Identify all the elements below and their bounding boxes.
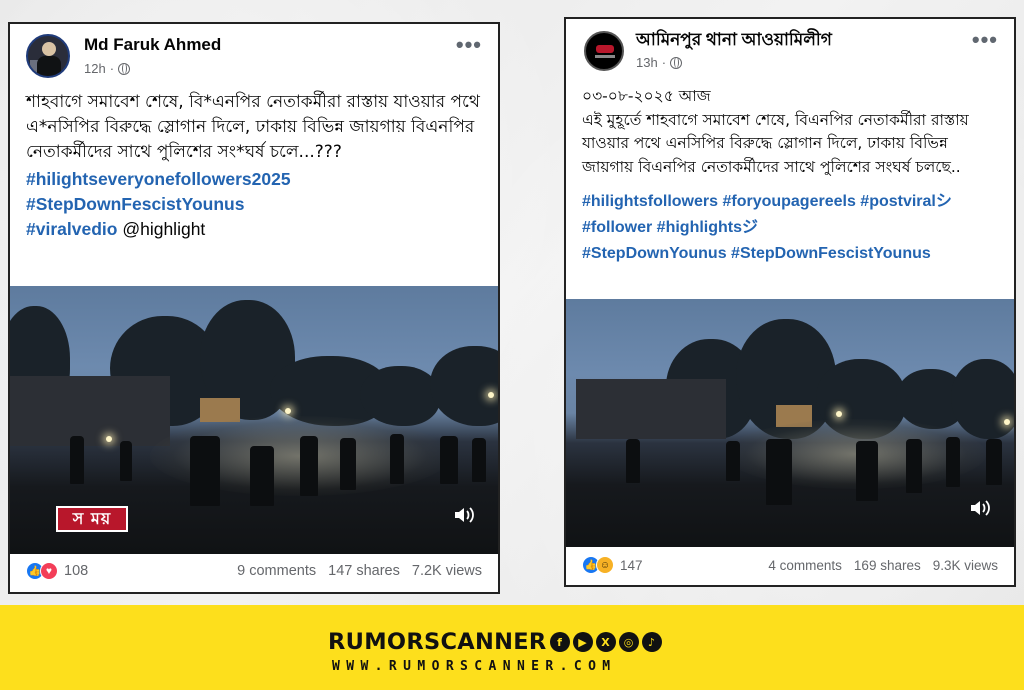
post-text: শাহবাগে সমাবেশ শেষে, বি*এনপির নেতাকর্মীর… [26, 92, 480, 162]
shares-count[interactable]: 169 shares [854, 558, 921, 573]
views-count: 9.3K views [932, 557, 998, 573]
reactions[interactable]: 👍 ♥ 108 [26, 562, 88, 580]
youtube-icon[interactable]: ▶ [572, 632, 593, 652]
post-meta: 12h · [84, 61, 131, 76]
speaker-icon[interactable] [454, 506, 476, 524]
post-footer: 👍 ☺ 147 4 comments 169 shares 9.3K views [566, 545, 1014, 585]
post-footer: 👍 ♥ 108 9 comments 147 shares 7.2K views [10, 550, 498, 592]
somoy-tv-logo: স ময় [56, 506, 128, 532]
love-icon: ♥ [40, 562, 58, 580]
avatar[interactable] [26, 34, 70, 78]
haha-icon: ☺ [596, 556, 614, 574]
hashtag-link[interactable]: #hilightseveryonefollowers2025 [26, 167, 482, 192]
hashtags: #hilightseveryonefollowers2025 #StepDown… [10, 167, 498, 242]
comments-count[interactable]: 4 comments [768, 558, 842, 573]
brand-name: RUMORSCANNER [328, 629, 547, 655]
hashtag-link[interactable]: #StepDownFescistYounus [26, 192, 482, 217]
post-stats: 4 comments 169 shares 9.3K views [768, 558, 998, 573]
post-meta: 13h · [636, 55, 683, 70]
more-options-icon[interactable]: ••• [456, 32, 482, 58]
author-name[interactable]: আমিনপুর থানা আওয়ামিলীগ [636, 27, 832, 55]
post-text: ০৩-০৮-২০২৫ আজ এই মুহূর্তে শাহবাগে সমাবেশ… [566, 79, 1014, 179]
more-options-icon[interactable]: ••• [972, 27, 998, 53]
reactions[interactable]: 👍 ☺ 147 [582, 556, 643, 574]
x-icon[interactable]: X [595, 632, 616, 652]
globe-icon [670, 56, 683, 69]
post-header: আমিনপুর থানা আওয়ামিলীগ 13h · ••• [566, 19, 1014, 79]
facebook-icon[interactable]: f [549, 632, 570, 652]
globe-icon [118, 62, 131, 75]
tiktok-icon[interactable]: ♪ [641, 632, 662, 652]
post-time[interactable]: 12h [84, 61, 106, 76]
post-time[interactable]: 13h [636, 55, 658, 70]
hashtags: #hilightsfollowers #foryoupagereels #pos… [566, 189, 1014, 267]
comments-count[interactable]: 9 comments [237, 563, 316, 579]
post-body: এই মুহূর্তে শাহবাগে সমাবেশ শেষে, বিএনপির… [582, 110, 969, 176]
instagram-icon[interactable]: ◎ [618, 632, 639, 652]
facebook-post-1: Md Faruk Ahmed 12h · ••• শাহবাগে সমাবেশ … [8, 22, 500, 594]
avatar[interactable] [584, 31, 624, 71]
post-stats: 9 comments 147 shares 7.2K views [237, 563, 482, 579]
post-header: Md Faruk Ahmed 12h · ••• [10, 24, 498, 86]
hashtag-line[interactable]: #StepDownYounus #StepDownFescistYounus [582, 241, 998, 267]
brand-url[interactable]: WWW.RUMORSCANNER.COM [332, 659, 617, 674]
author-name[interactable]: Md Faruk Ahmed [84, 35, 221, 55]
video-player[interactable] [566, 299, 1014, 547]
reaction-count: 108 [64, 563, 89, 579]
facebook-post-2: আমিনপুর থানা আওয়ামিলীগ 13h · ••• ০৩-০৮-… [564, 17, 1016, 587]
hashtag-line[interactable]: #hilightsfollowers #foryoupagereels #pos… [582, 189, 998, 215]
brand-row: RUMORSCANNER f ▶ X ◎ ♪ [328, 627, 662, 657]
reaction-count: 147 [620, 557, 643, 573]
mention-link[interactable]: @highlight [122, 219, 205, 239]
hashtag-link[interactable]: #viralvedio [26, 219, 117, 239]
post-date-line: ০৩-০৮-২০২৫ আজ [582, 87, 711, 105]
shares-count[interactable]: 147 shares [328, 563, 400, 579]
views-count: 7.2K views [411, 563, 482, 579]
hashtag-line[interactable]: #follower #highlightsジ [582, 215, 998, 241]
video-player[interactable]: স ময় [10, 286, 498, 554]
speaker-icon[interactable] [970, 499, 992, 517]
